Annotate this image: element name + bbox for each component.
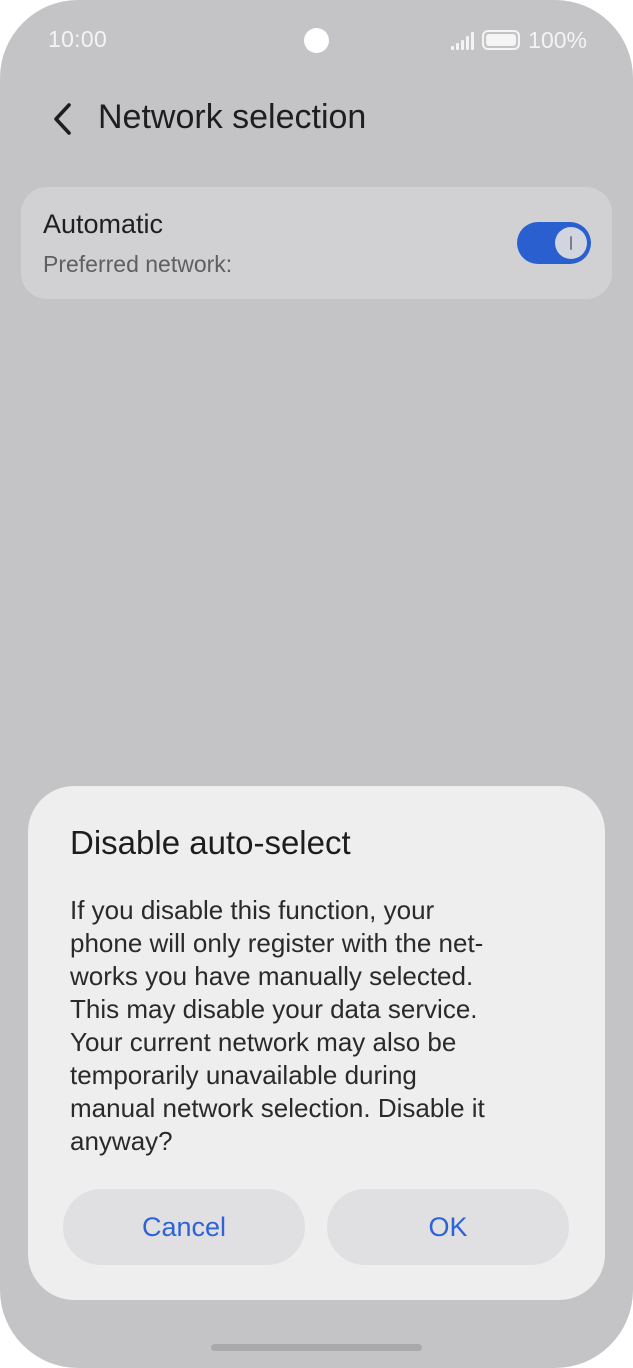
automatic-toggle[interactable] <box>517 222 591 264</box>
automatic-setting-card[interactable]: Automatic Preferred network: <box>21 187 612 299</box>
phone-screen: 10:00 100% Network selection Automatic P… <box>0 0 633 1368</box>
toggle-knob <box>555 227 587 259</box>
setting-subtitle: Preferred network: <box>43 251 233 277</box>
dialog-message-line: manual network selection. Disable it <box>70 1093 485 1123</box>
app-header: Network selection <box>0 90 633 150</box>
status-time: 10:00 <box>48 26 108 52</box>
dialog-message-line: phone will only register with the net- <box>70 928 484 958</box>
setting-title: Automatic <box>43 209 164 239</box>
page-title: Network selection <box>98 98 367 136</box>
signal-icon <box>451 30 475 50</box>
cancel-button[interactable]: Cancel <box>63 1189 305 1265</box>
dialog-message-line: temporarily unavailable during <box>70 1060 417 1090</box>
battery-icon <box>482 30 521 50</box>
back-button[interactable] <box>42 96 82 142</box>
status-bar: 10:00 100% <box>0 0 633 80</box>
dialog-message-line: anyway? <box>70 1126 173 1156</box>
dialog-message-line: If you disable this function, your <box>70 895 435 925</box>
status-right: 100% <box>451 26 587 54</box>
dialog-message: If you disable this function, your phone… <box>70 894 570 1158</box>
dialog-message-line: Your current network may also be <box>70 1027 457 1057</box>
ok-button[interactable]: OK <box>327 1189 569 1265</box>
camera-cutout <box>304 28 329 53</box>
disable-auto-select-dialog: Disable auto-select If you disable this … <box>28 786 605 1300</box>
dialog-title: Disable auto-select <box>70 824 351 861</box>
battery-percent: 100% <box>528 26 587 53</box>
chevron-left-icon <box>54 103 71 135</box>
home-indicator[interactable] <box>211 1344 422 1351</box>
dialog-message-line: works you have manually selected. <box>70 961 474 991</box>
dialog-message-line: This may disable your data service. <box>70 994 478 1024</box>
